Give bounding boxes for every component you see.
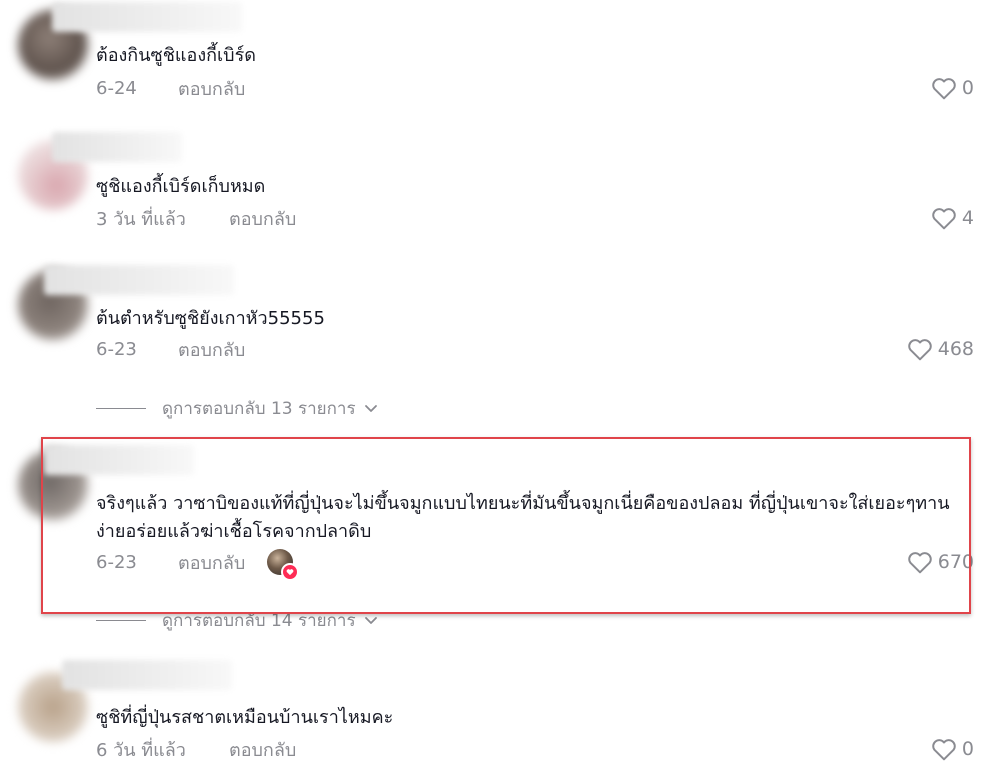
like-count: 0 xyxy=(961,738,974,760)
comment-date: 6 วัน ที่แล้ว xyxy=(96,739,186,761)
comment-meta: 6-23 ตอบกลับ xyxy=(96,336,245,362)
like-button[interactable]: 468 xyxy=(907,336,974,362)
reply-button[interactable]: ตอบกลับ xyxy=(178,74,245,103)
comment-meta: 3 วัน ที่แล้ว ตอบกลับ xyxy=(96,205,296,231)
view-replies-label: ดูการตอบกลับ 14 รายการ xyxy=(162,610,356,631)
like-button[interactable]: 670 xyxy=(907,549,974,575)
heart-outline-icon xyxy=(932,739,956,761)
reply-button[interactable]: ตอบกลับ xyxy=(229,735,296,764)
like-button[interactable]: 0 xyxy=(931,736,974,762)
comment-date: 6-23 xyxy=(96,338,137,360)
comment-meta: 6 วัน ที่แล้ว ตอบกลับ xyxy=(96,736,296,762)
creator-liked-avatar xyxy=(267,549,300,581)
heart-outline-icon xyxy=(932,208,956,230)
username-blurred[interactable] xyxy=(44,265,234,295)
view-replies-label: ดูการตอบกลับ 13 รายการ xyxy=(162,398,356,419)
like-button[interactable]: 0 xyxy=(931,75,974,101)
like-count: 468 xyxy=(937,338,974,360)
username-blurred[interactable] xyxy=(52,132,182,162)
comment-text: ซูชิที่ญี่ปุ่นรสชาตเหมือนบ้านเราไหมคะ xyxy=(96,707,394,728)
reply-button[interactable]: ตอบกลับ xyxy=(178,335,245,364)
like-count: 670 xyxy=(937,551,974,573)
username-blurred[interactable] xyxy=(44,445,194,475)
comment-date: 6-24 xyxy=(96,77,137,99)
heart-badge-icon xyxy=(281,563,300,581)
reply-button[interactable]: ตอบกลับ xyxy=(229,204,296,233)
divider xyxy=(96,407,146,409)
heart-outline-icon xyxy=(907,339,932,361)
like-button[interactable]: 4 xyxy=(931,205,974,231)
comment-text: ต้นตำหรับซูชิยังเกาหัว55555 xyxy=(96,308,325,329)
heart-outline-icon xyxy=(932,78,956,100)
chevron-down-icon xyxy=(364,405,377,412)
comment-text: จริงๆแล้ว วาซาบิของแท้ที่ญี่ปุ่นจะไม่ขึ้… xyxy=(96,493,950,542)
comment-meta: 6-24 ตอบกลับ xyxy=(96,75,245,101)
reply-button[interactable]: ตอบกลับ xyxy=(178,548,245,577)
comment-date: 6-23 xyxy=(96,551,137,573)
username-blurred[interactable] xyxy=(52,2,242,32)
username-blurred[interactable] xyxy=(62,660,232,690)
comment-date: 3 วัน ที่แล้ว xyxy=(96,208,186,230)
comment-text: ต้องกินซูชิแองกี้เบิร์ด xyxy=(96,45,256,66)
comment-meta: 6-23 ตอบกลับ xyxy=(96,548,300,581)
divider xyxy=(96,619,146,621)
view-replies-button[interactable]: ดูการตอบกลับ 14 รายการ xyxy=(96,608,378,632)
comment-text: ซูชิแองกี้เบิร์ดเก็บหมด xyxy=(96,176,266,197)
chevron-down-icon xyxy=(364,617,377,624)
view-replies-button[interactable]: ดูการตอบกลับ 13 รายการ xyxy=(96,396,378,420)
like-count: 4 xyxy=(961,207,974,229)
like-count: 0 xyxy=(961,77,974,99)
heart-outline-icon xyxy=(907,552,932,574)
